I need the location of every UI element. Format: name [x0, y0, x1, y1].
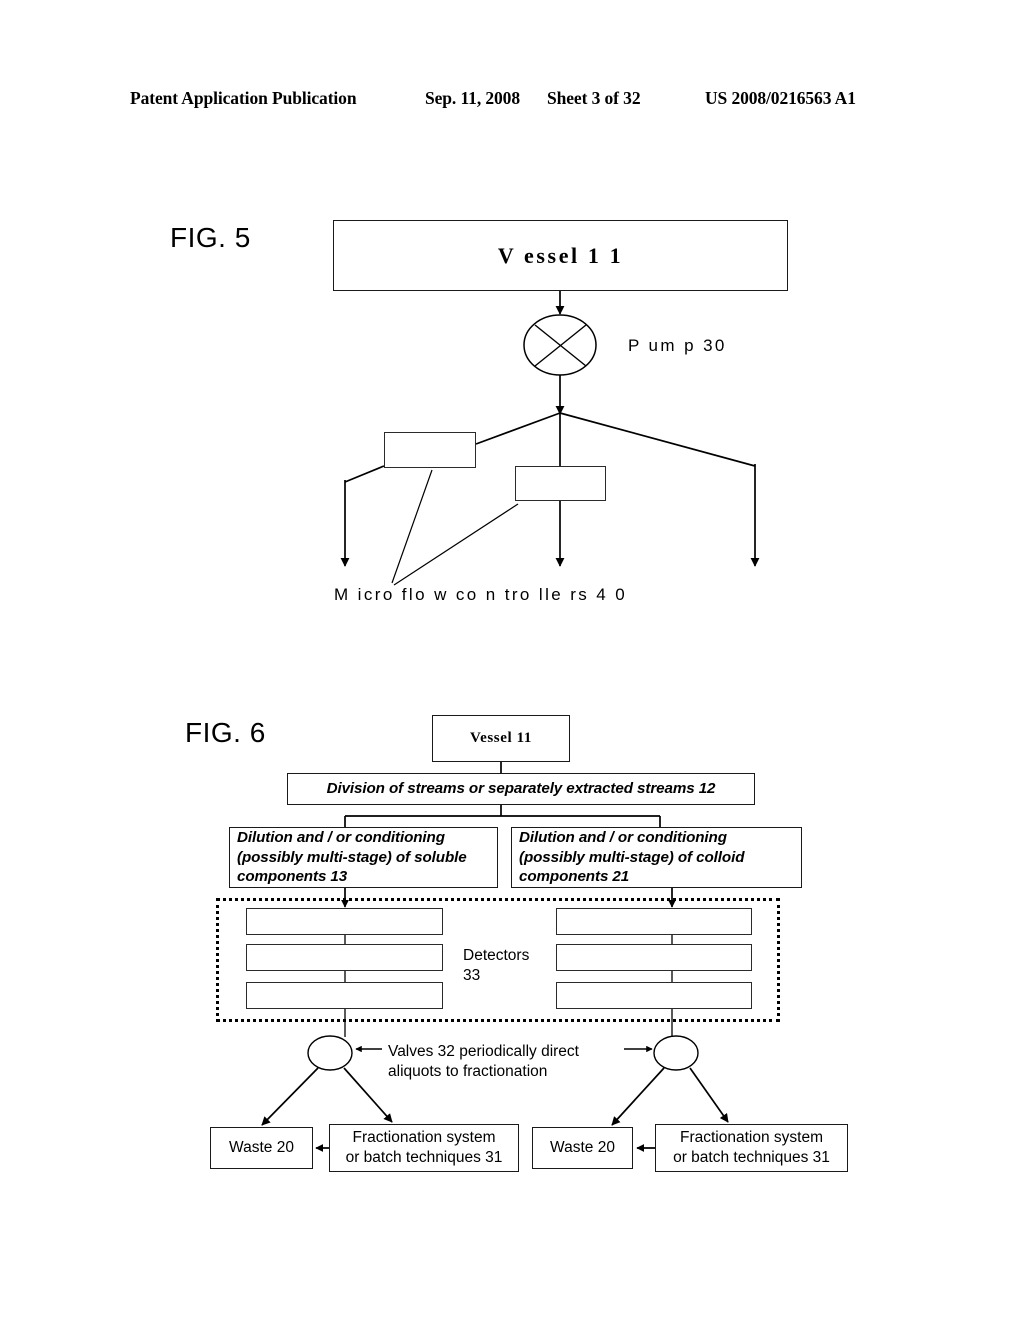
- fig6-dilution-colloid-box: Dilution and / or conditioning (possibly…: [511, 827, 802, 888]
- fig6-dilution-soluble-label: Dilution and / or conditioning (possibly…: [237, 829, 467, 886]
- fig5-pump-symbol: [523, 314, 597, 376]
- fig6-arrow-valve-left-to-fractionation: [343, 1067, 393, 1123]
- fig6-fractionation-left-label: Fractionation system or batch techniques…: [345, 1129, 503, 1166]
- fig5-leader-to-box-1: [391, 469, 433, 584]
- header-patent-number: US 2008/0216563 A1: [705, 88, 856, 108]
- fig5-pump-label: P um p 30: [628, 336, 727, 355]
- fig6-arrow-valve-right-to-fractionation: [689, 1067, 729, 1123]
- figure-5-label: FIG. 5: [170, 222, 251, 253]
- header-publication-label: Patent Application Publication: [130, 88, 357, 108]
- fig6-valve-symbol-right: [653, 1035, 699, 1071]
- fig5-vessel-label: V essel 1 1: [497, 242, 624, 268]
- fig6-detector-box-left-2: [246, 944, 443, 971]
- fig6-dilution-colloid-label: Dilution and / or conditioning (possibly…: [519, 829, 745, 886]
- connector-overlay: [261, 291, 760, 1152]
- fig6-dilution-soluble-box: Dilution and / or conditioning (possibly…: [229, 827, 498, 888]
- fig6-fractionation-box-right: Fractionation system or batch techniques…: [655, 1124, 848, 1172]
- fig6-waste-left-label: Waste 20: [229, 1139, 294, 1156]
- fig6-fractionation-right-label: Fractionation system or batch techniques…: [673, 1129, 830, 1166]
- fig6-detector-box-right-1: [556, 908, 752, 935]
- fig6-fractionation-box-left: Fractionation system or batch techniques…: [329, 1124, 519, 1172]
- fig5-pump-cross-2: [534, 324, 587, 367]
- patent-drawing-page: Patent Application Publication Sep. 11, …: [0, 0, 1024, 1320]
- fig6-detector-box-right-3: [556, 982, 752, 1009]
- fig6-arrow-valve-left-to-waste: [261, 1067, 319, 1126]
- fig6-arrow-valve-right-to-waste: [611, 1067, 665, 1126]
- fig5-micro-flow-controller-box-1: [384, 432, 476, 468]
- header-date-label: Sep. 11, 2008: [425, 88, 520, 108]
- fig6-detector-box-left-3: [246, 982, 443, 1009]
- fig6-vessel-label: Vessel 11: [470, 730, 532, 746]
- fig6-detector-box-left-1: [246, 908, 443, 935]
- fig6-vessel-box: Vessel 11: [432, 715, 570, 762]
- header-sheet-label: Sheet 3 of 32: [547, 88, 641, 108]
- fig6-detectors-label: Detectors 33: [463, 947, 530, 984]
- figure-6-label: FIG. 6: [185, 717, 266, 748]
- fig5-controllers-caption: M icro flo w co n tro lle rs 4 0: [334, 585, 628, 604]
- fig6-valves-note: Valves 32 periodically direct aliquots t…: [388, 1043, 579, 1080]
- page-header: Patent Application Publication Sep. 11, …: [0, 88, 1024, 114]
- fig6-waste-box-left: Waste 20: [210, 1127, 313, 1169]
- fig5-vessel-box: V essel 1 1: [333, 220, 788, 291]
- fig5-left-box-outlet: [344, 465, 385, 483]
- fig6-valve-symbol-left: [307, 1035, 353, 1071]
- fig5-branch-right: [559, 412, 756, 467]
- fig6-detector-box-right-2: [556, 944, 752, 971]
- fig6-waste-box-right: Waste 20: [532, 1127, 633, 1169]
- fig6-division-box: Division of streams or separately extrac…: [287, 773, 755, 805]
- fig5-pump-cross-1: [534, 324, 587, 367]
- fig5-leader-to-box-2: [393, 503, 519, 586]
- fig6-division-label: Division of streams or separately extrac…: [326, 780, 716, 798]
- fig5-branch-left: [475, 412, 561, 445]
- fig6-waste-right-label: Waste 20: [550, 1139, 615, 1156]
- fig5-micro-flow-controller-box-2: [515, 466, 606, 501]
